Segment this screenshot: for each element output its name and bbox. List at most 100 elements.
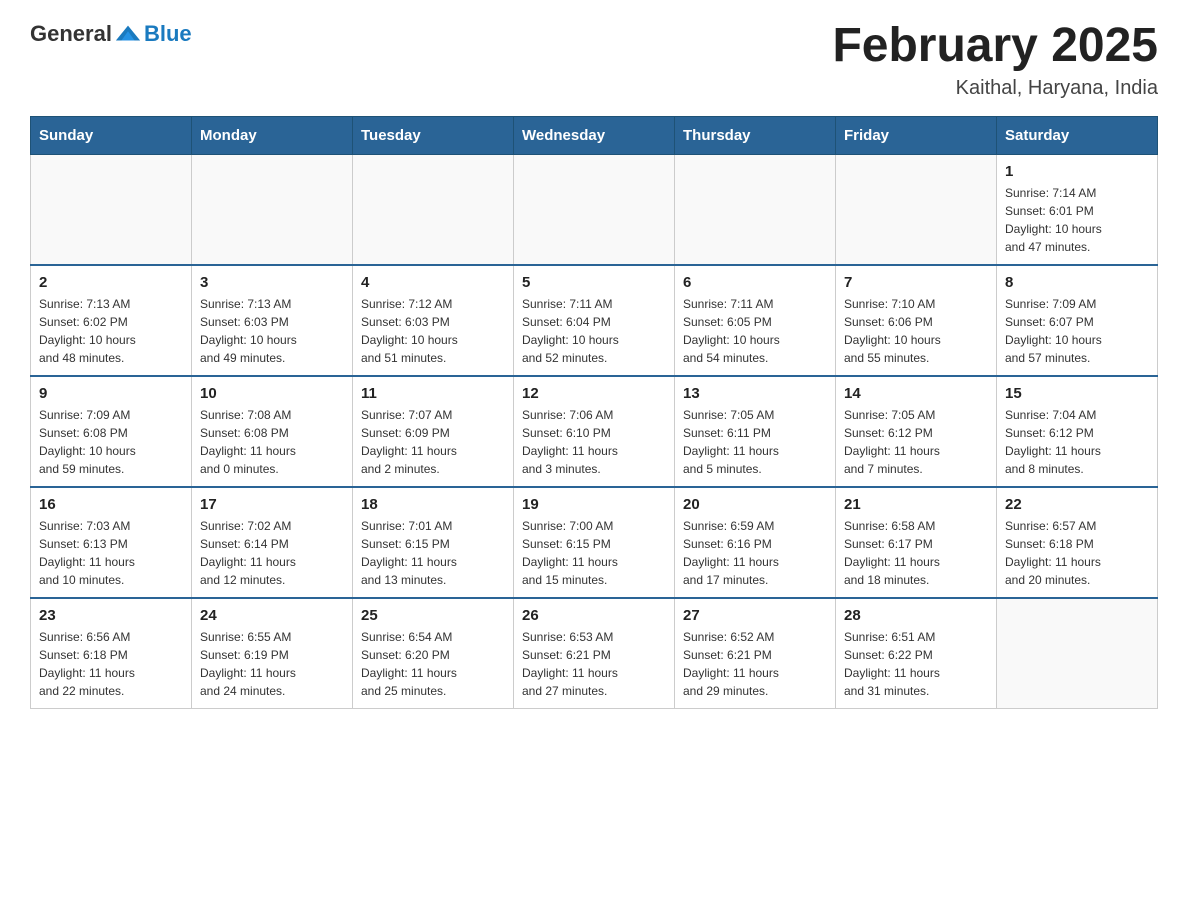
day-number: 4 (361, 274, 505, 291)
day-number: 26 (522, 607, 666, 624)
calendar-week-row: 2 Sunrise: 7:13 AM Sunset: 6:02 PM Daylig… (31, 265, 1158, 376)
day-number: 11 (361, 385, 505, 402)
day-info: Sunrise: 6:53 AM Sunset: 6:21 PM Dayligh… (522, 628, 666, 700)
day-number: 20 (683, 496, 827, 513)
calendar-cell: 3 Sunrise: 7:13 AM Sunset: 6:03 PM Daylig… (192, 265, 353, 376)
day-number: 7 (844, 274, 988, 291)
day-number: 28 (844, 607, 988, 624)
day-number: 14 (844, 385, 988, 402)
day-info: Sunrise: 6:55 AM Sunset: 6:19 PM Dayligh… (200, 628, 344, 700)
day-info: Sunrise: 6:57 AM Sunset: 6:18 PM Dayligh… (1005, 517, 1149, 589)
day-number: 6 (683, 274, 827, 291)
calendar-cell: 23 Sunrise: 6:56 AM Sunset: 6:18 PM Dayli… (31, 598, 192, 709)
calendar-cell (997, 598, 1158, 709)
calendar-cell: 15 Sunrise: 7:04 AM Sunset: 6:12 PM Dayli… (997, 376, 1158, 487)
day-number: 13 (683, 385, 827, 402)
day-number: 3 (200, 274, 344, 291)
location-title: Kaithal, Haryana, India (832, 77, 1158, 100)
day-number: 2 (39, 274, 183, 291)
calendar-cell (514, 154, 675, 265)
calendar-cell: 25 Sunrise: 6:54 AM Sunset: 6:20 PM Dayli… (353, 598, 514, 709)
day-number: 5 (522, 274, 666, 291)
calendar-cell: 9 Sunrise: 7:09 AM Sunset: 6:08 PM Daylig… (31, 376, 192, 487)
calendar-cell: 1 Sunrise: 7:14 AM Sunset: 6:01 PM Daylig… (997, 154, 1158, 265)
calendar-cell: 27 Sunrise: 6:52 AM Sunset: 6:21 PM Dayli… (675, 598, 836, 709)
calendar-week-row: 16 Sunrise: 7:03 AM Sunset: 6:13 PM Dayli… (31, 487, 1158, 598)
day-info: Sunrise: 7:10 AM Sunset: 6:06 PM Dayligh… (844, 295, 988, 367)
calendar-week-row: 23 Sunrise: 6:56 AM Sunset: 6:18 PM Dayli… (31, 598, 1158, 709)
calendar-cell: 19 Sunrise: 7:00 AM Sunset: 6:15 PM Dayli… (514, 487, 675, 598)
day-info: Sunrise: 6:56 AM Sunset: 6:18 PM Dayligh… (39, 628, 183, 700)
logo: General Blue (30, 20, 192, 48)
day-info: Sunrise: 7:01 AM Sunset: 6:15 PM Dayligh… (361, 517, 505, 589)
day-number: 12 (522, 385, 666, 402)
title-area: February 2025 Kaithal, Haryana, India (832, 20, 1158, 100)
day-number: 24 (200, 607, 344, 624)
calendar-cell: 13 Sunrise: 7:05 AM Sunset: 6:11 PM Dayli… (675, 376, 836, 487)
calendar-cell: 21 Sunrise: 6:58 AM Sunset: 6:17 PM Dayli… (836, 487, 997, 598)
calendar-cell: 22 Sunrise: 6:57 AM Sunset: 6:18 PM Dayli… (997, 487, 1158, 598)
calendar-cell: 4 Sunrise: 7:12 AM Sunset: 6:03 PM Daylig… (353, 265, 514, 376)
day-info: Sunrise: 6:52 AM Sunset: 6:21 PM Dayligh… (683, 628, 827, 700)
logo-general: General (30, 21, 112, 47)
calendar-cell: 14Sunrise: 7:05 AM Sunset: 6:12 PM Dayli… (836, 376, 997, 487)
header-sunday: Sunday (31, 116, 192, 154)
day-info: Sunrise: 7:09 AM Sunset: 6:08 PM Dayligh… (39, 406, 183, 478)
calendar-cell: 20 Sunrise: 6:59 AM Sunset: 6:16 PM Dayli… (675, 487, 836, 598)
calendar-header: Sunday Monday Tuesday Wednesday Thursday… (31, 116, 1158, 154)
day-number: 16 (39, 496, 183, 513)
calendar-cell: 28 Sunrise: 6:51 AM Sunset: 6:22 PM Dayli… (836, 598, 997, 709)
header-friday: Friday (836, 116, 997, 154)
day-info: Sunrise: 7:13 AM Sunset: 6:02 PM Dayligh… (39, 295, 183, 367)
day-number: 9 (39, 385, 183, 402)
day-info: Sunrise: 7:08 AM Sunset: 6:08 PM Dayligh… (200, 406, 344, 478)
day-info: Sunrise: 6:54 AM Sunset: 6:20 PM Dayligh… (361, 628, 505, 700)
day-info: Sunrise: 6:58 AM Sunset: 6:17 PM Dayligh… (844, 517, 988, 589)
day-info: Sunrise: 7:03 AM Sunset: 6:13 PM Dayligh… (39, 517, 183, 589)
day-info: Sunrise: 7:06 AM Sunset: 6:10 PM Dayligh… (522, 406, 666, 478)
weekday-row: Sunday Monday Tuesday Wednesday Thursday… (31, 116, 1158, 154)
month-title: February 2025 (832, 20, 1158, 73)
calendar-cell (31, 154, 192, 265)
day-info: Sunrise: 7:04 AM Sunset: 6:12 PM Dayligh… (1005, 406, 1149, 478)
day-info: Sunrise: 7:05 AM Sunset: 6:11 PM Dayligh… (683, 406, 827, 478)
logo-icon (114, 20, 142, 48)
calendar-cell: 17Sunrise: 7:02 AM Sunset: 6:14 PM Dayli… (192, 487, 353, 598)
day-number: 15 (1005, 385, 1149, 402)
day-info: Sunrise: 6:59 AM Sunset: 6:16 PM Dayligh… (683, 517, 827, 589)
calendar-cell (675, 154, 836, 265)
header-monday: Monday (192, 116, 353, 154)
calendar-cell: 6 Sunrise: 7:11 AM Sunset: 6:05 PM Daylig… (675, 265, 836, 376)
calendar-week-row: 9 Sunrise: 7:09 AM Sunset: 6:08 PM Daylig… (31, 376, 1158, 487)
day-info: Sunrise: 7:14 AM Sunset: 6:01 PM Dayligh… (1005, 184, 1149, 256)
header-thursday: Thursday (675, 116, 836, 154)
day-number: 25 (361, 607, 505, 624)
day-info: Sunrise: 7:11 AM Sunset: 6:04 PM Dayligh… (522, 295, 666, 367)
day-info: Sunrise: 7:13 AM Sunset: 6:03 PM Dayligh… (200, 295, 344, 367)
day-number: 23 (39, 607, 183, 624)
day-info: Sunrise: 7:09 AM Sunset: 6:07 PM Dayligh… (1005, 295, 1149, 367)
day-info: Sunrise: 7:02 AM Sunset: 6:14 PM Dayligh… (200, 517, 344, 589)
day-info: Sunrise: 7:00 AM Sunset: 6:15 PM Dayligh… (522, 517, 666, 589)
page-header: General Blue February 2025 Kaithal, Hary… (30, 20, 1158, 100)
day-number: 1 (1005, 163, 1149, 180)
day-info: Sunrise: 7:12 AM Sunset: 6:03 PM Dayligh… (361, 295, 505, 367)
day-number: 18 (361, 496, 505, 513)
day-number: 21 (844, 496, 988, 513)
calendar-cell: 8Sunrise: 7:09 AM Sunset: 6:07 PM Daylig… (997, 265, 1158, 376)
calendar-cell: 26 Sunrise: 6:53 AM Sunset: 6:21 PM Dayli… (514, 598, 675, 709)
day-number: 19 (522, 496, 666, 513)
calendar-cell: 18 Sunrise: 7:01 AM Sunset: 6:15 PM Dayli… (353, 487, 514, 598)
day-number: 22 (1005, 496, 1149, 513)
calendar-cell (353, 154, 514, 265)
calendar-cell: 24 Sunrise: 6:55 AM Sunset: 6:19 PM Dayli… (192, 598, 353, 709)
calendar-cell: 11Sunrise: 7:07 AM Sunset: 6:09 PM Dayli… (353, 376, 514, 487)
day-info: Sunrise: 7:11 AM Sunset: 6:05 PM Dayligh… (683, 295, 827, 367)
calendar-cell: 2 Sunrise: 7:13 AM Sunset: 6:02 PM Daylig… (31, 265, 192, 376)
calendar-cell (192, 154, 353, 265)
day-number: 27 (683, 607, 827, 624)
header-wednesday: Wednesday (514, 116, 675, 154)
day-info: Sunrise: 6:51 AM Sunset: 6:22 PM Dayligh… (844, 628, 988, 700)
calendar-cell: 16 Sunrise: 7:03 AM Sunset: 6:13 PM Dayli… (31, 487, 192, 598)
calendar-table: Sunday Monday Tuesday Wednesday Thursday… (30, 116, 1158, 709)
